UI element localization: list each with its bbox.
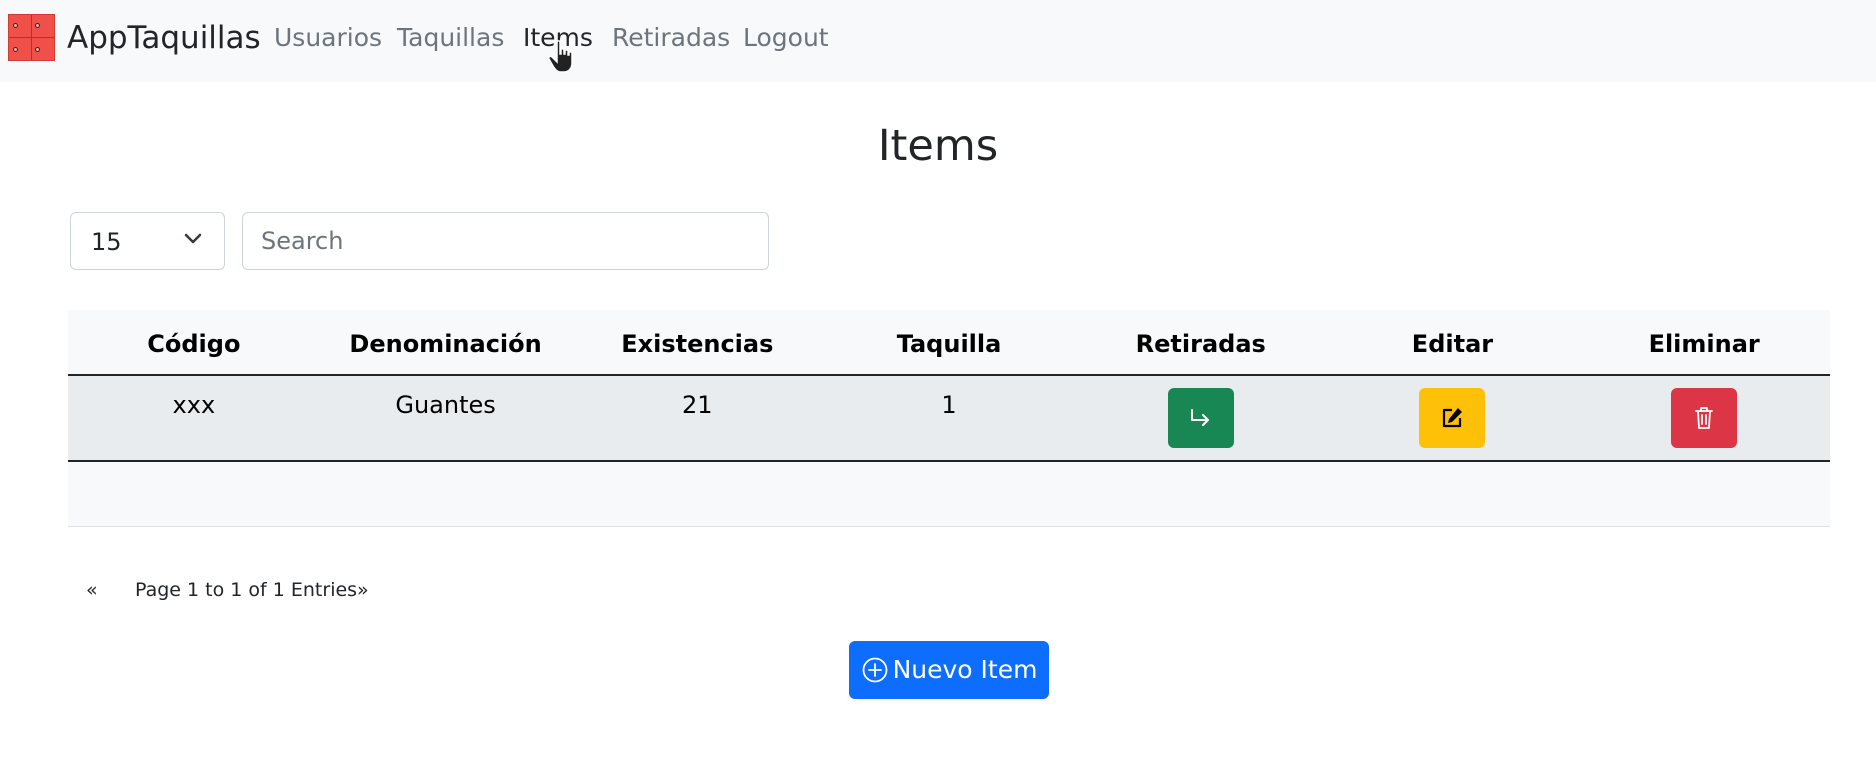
- column-header-codigo[interactable]: Código: [68, 310, 320, 374]
- column-header-taquilla[interactable]: Taquilla: [823, 310, 1075, 374]
- search-input[interactable]: [242, 212, 769, 270]
- pagination-prev[interactable]: «: [86, 578, 98, 602]
- arrow-return-right-icon: [1190, 409, 1209, 426]
- nav-link-taquillas[interactable]: Taquillas: [397, 20, 504, 56]
- items-table: Código Denominación Existencias Taquilla…: [68, 310, 1830, 527]
- hand-cursor-icon: [548, 40, 573, 73]
- table-header: Código Denominación Existencias Taquilla…: [68, 310, 1830, 376]
- nav-link-retiradas[interactable]: Retiradas: [612, 20, 730, 56]
- edit-button[interactable]: [1419, 388, 1486, 448]
- app-brand[interactable]: AppTaquillas: [67, 18, 261, 58]
- nav-link-usuarios[interactable]: Usuarios: [274, 20, 382, 56]
- nav-link-logout[interactable]: Logout: [743, 20, 829, 56]
- lockers-logo-icon[interactable]: [8, 14, 55, 61]
- cell-codigo: xxx: [172, 391, 216, 419]
- pencil-square-icon: [1443, 408, 1463, 428]
- table-row: xxx Guantes 21 1: [68, 376, 1830, 462]
- column-header-editar[interactable]: Editar: [1327, 310, 1579, 374]
- cell-taquilla: 1: [941, 391, 957, 419]
- plus-circle-icon: [862, 657, 887, 683]
- column-header-eliminar[interactable]: Eliminar: [1578, 310, 1830, 374]
- retirada-button[interactable]: [1167, 388, 1234, 448]
- cell-eliminar: [1578, 376, 1830, 460]
- cell-editar: [1327, 376, 1579, 460]
- page-size-value: 15: [91, 228, 122, 256]
- column-header-existencias[interactable]: Existencias: [571, 310, 823, 374]
- cell-existencias: 21: [682, 391, 713, 419]
- new-item-label: Nuevo Item: [892, 655, 1038, 684]
- cell-retiradas: [1075, 376, 1327, 460]
- column-header-retiradas[interactable]: Retiradas: [1075, 310, 1327, 374]
- page-title: Items: [877, 121, 999, 171]
- table-footer: [68, 462, 1830, 527]
- pagination-info: Page 1 to 1 of 1 Entries: [135, 579, 358, 601]
- column-header-denominacion[interactable]: Denominación: [320, 310, 572, 374]
- pagination-next[interactable]: »: [357, 578, 369, 602]
- new-item-button[interactable]: Nuevo Item: [849, 641, 1049, 699]
- navbar: AppTaquillas Usuarios Taquillas Items Re…: [0, 0, 1876, 82]
- trash-icon: [1695, 407, 1714, 429]
- delete-button[interactable]: [1671, 388, 1738, 448]
- cell-denominacion: Guantes: [395, 391, 496, 419]
- chevron-down-icon: [184, 233, 202, 244]
- page-size-select[interactable]: 15: [70, 212, 225, 270]
